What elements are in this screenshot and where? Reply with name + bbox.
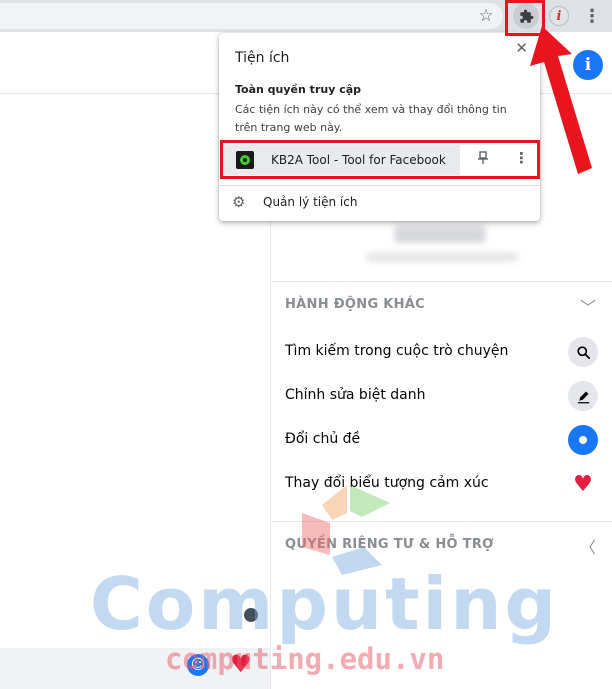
menu-item-theme[interactable]: Đổi chủ đề	[271, 418, 612, 462]
manage-extensions-link[interactable]: Quản lý tiện ích	[263, 195, 357, 209]
profile-avatar: i	[549, 6, 569, 26]
chevron-down-icon: ﹀	[579, 298, 596, 317]
close-icon[interactable]: ✕	[515, 39, 528, 57]
blurred-contact-name	[394, 225, 486, 243]
watermark-brand: Computing	[90, 562, 560, 646]
search-icon	[568, 337, 598, 367]
menu-item-nickname[interactable]: Chỉnh sửa biệt danh	[271, 374, 612, 418]
popup-title: Tiện ích	[235, 50, 290, 66]
chevron-left-icon: 〈	[579, 538, 596, 557]
heart-icon: ♥	[573, 471, 593, 497]
red-arrow-icon	[530, 26, 592, 174]
access-heading: Toàn quyền truy cập	[235, 83, 362, 96]
menu-item-label: Tìm kiếm trong cuộc trò chuyện	[285, 343, 509, 359]
popup-divider	[219, 185, 540, 186]
address-bar[interactable]	[0, 3, 503, 29]
menu-item-label: Đổi chủ đề	[285, 431, 361, 447]
other-actions-header: HÀNH ĐỘNG KHÁC	[285, 297, 426, 312]
access-description: Các tiện ích này có thể xem và thay đổi …	[235, 103, 507, 134]
menu-item-label: Chỉnh sửa biệt danh	[285, 387, 426, 403]
watermark-url: computing.edu.vn	[165, 642, 445, 676]
star-icon[interactable]: ☆	[473, 3, 499, 29]
pen-icon	[568, 381, 598, 411]
menu-item-search[interactable]: Tìm kiếm trong cuộc trò chuyện	[271, 330, 612, 374]
extensions-popup: Tiện ích ✕ Toàn quyền truy cập Các tiện …	[219, 33, 540, 221]
gear-icon: ⚙	[232, 193, 246, 211]
other-actions-section[interactable]: HÀNH ĐỘNG KHÁC ﹀	[271, 281, 612, 325]
theme-icon	[568, 425, 598, 455]
blurred-contact-status	[366, 252, 518, 262]
extension-row-highlight-box	[220, 140, 540, 179]
